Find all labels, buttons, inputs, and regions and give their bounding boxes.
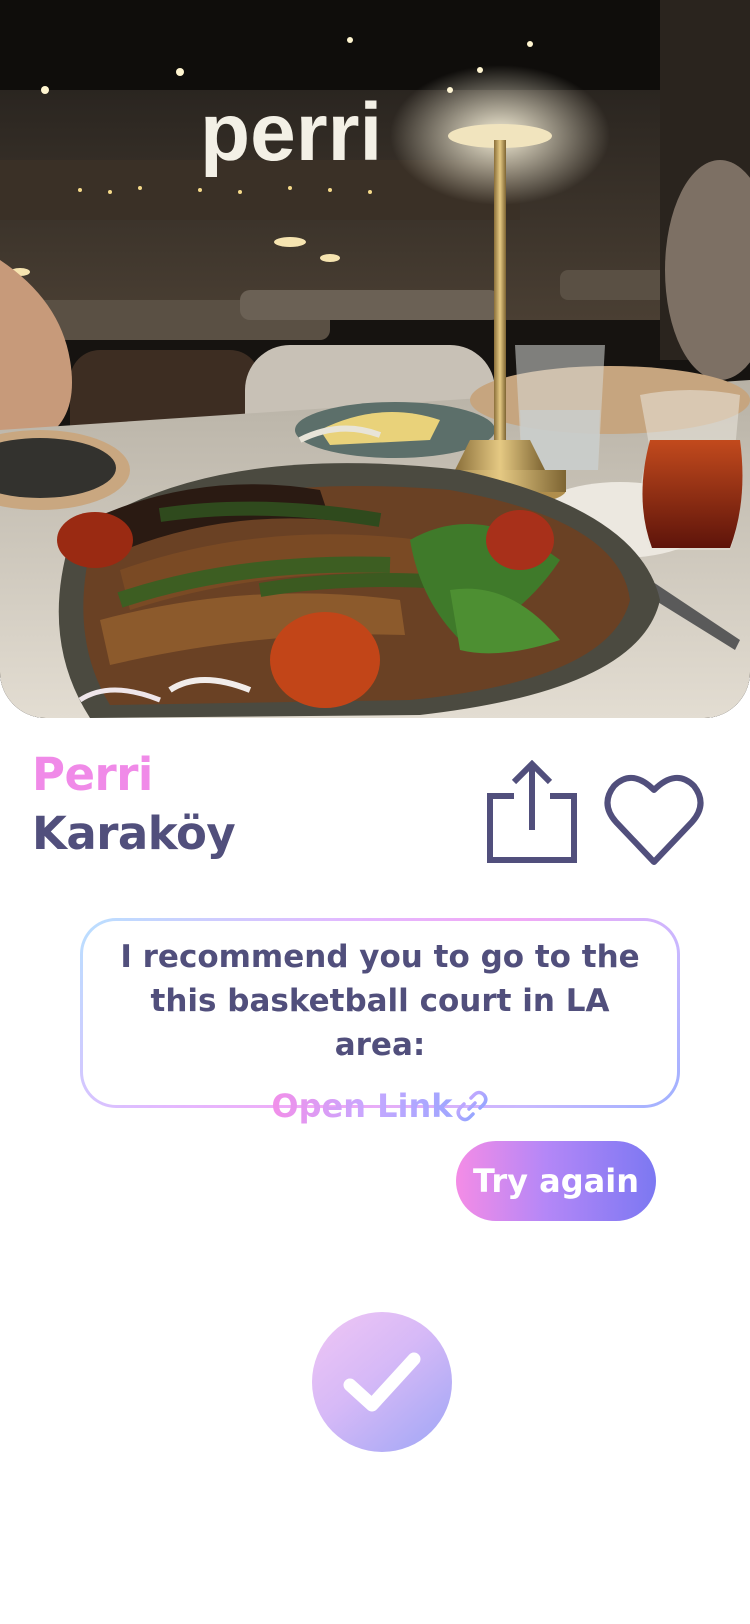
open-link-label: Open Link — [271, 1087, 453, 1125]
restaurant-sign: perri — [200, 87, 382, 178]
restaurant-area: Karaköy — [32, 807, 236, 860]
heart-icon — [604, 775, 704, 865]
recommendation-text: I recommend you to go to the this basket… — [120, 939, 640, 1063]
try-again-button[interactable]: Try again — [456, 1141, 656, 1221]
place-title: Perri Karaköy — [32, 748, 236, 860]
link-icon — [456, 1090, 488, 1122]
share-button[interactable] — [486, 759, 580, 864]
recommendation-card: I recommend you to go to the this basket… — [80, 918, 680, 1122]
confirm-button[interactable] — [312, 1312, 452, 1452]
hero-photo: perri — [0, 0, 750, 718]
open-link[interactable]: Open Link — [271, 1087, 488, 1125]
restaurant-name: Perri — [32, 748, 153, 801]
share-icon — [487, 759, 577, 863]
hero-photo-illustration: perri — [0, 0, 750, 718]
favorite-button[interactable] — [604, 772, 704, 868]
recommendation-card-body: I recommend you to go to the this basket… — [83, 921, 677, 1122]
checkmark-icon — [343, 1352, 421, 1412]
restaurant-result-screen: perri Perri Karaköy I recommend you to g… — [0, 0, 750, 1624]
